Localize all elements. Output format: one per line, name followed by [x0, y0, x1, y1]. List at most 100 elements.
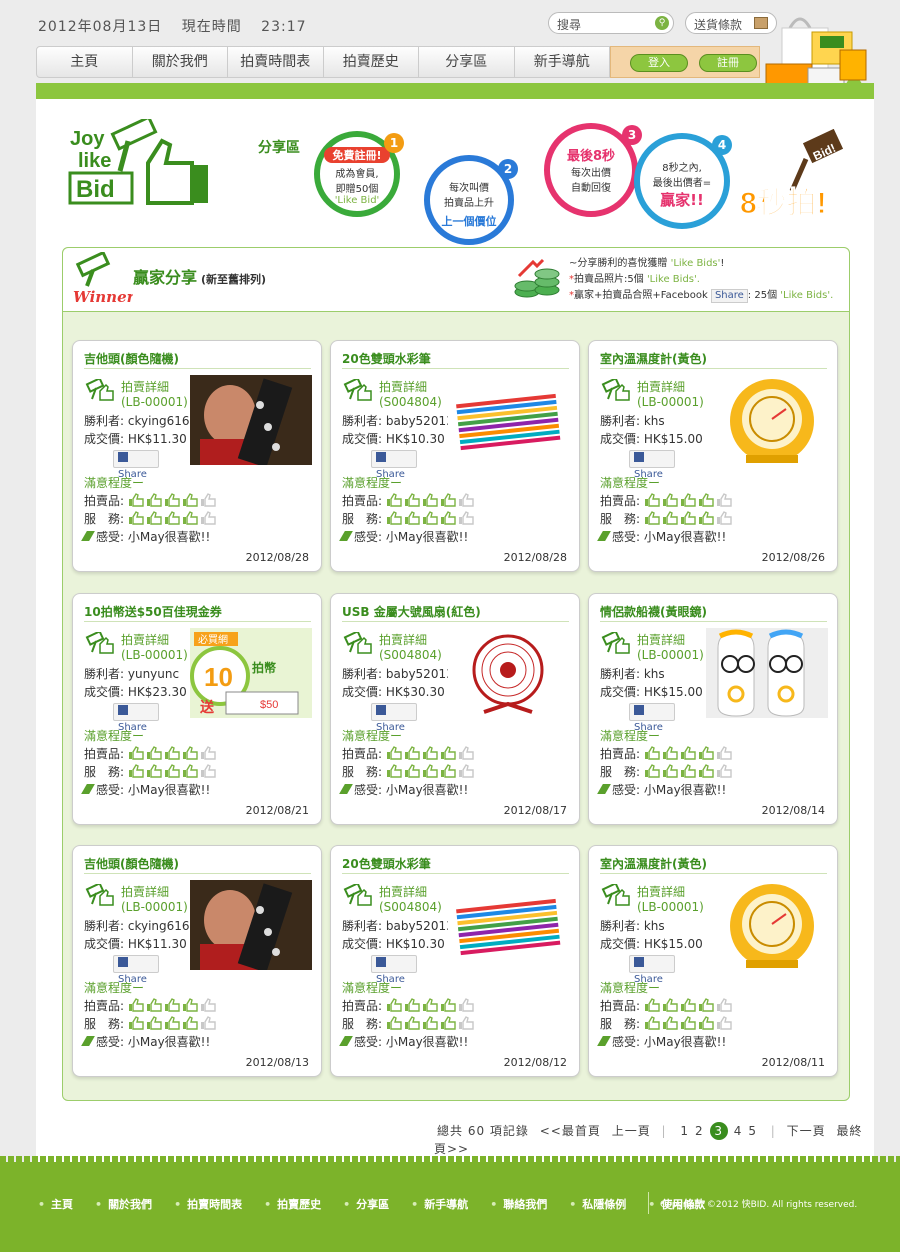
- nav-item[interactable]: 新手導航: [515, 47, 610, 77]
- final-price: HK$15.00: [643, 937, 703, 951]
- thumbs-rating: [644, 511, 734, 528]
- footer-link[interactable]: 新手導航: [411, 1196, 468, 1212]
- prev-page-link[interactable]: 上一頁: [612, 1124, 651, 1138]
- facebook-share-button[interactable]: Share: [710, 289, 748, 303]
- login-button[interactable]: 登入: [630, 54, 688, 72]
- coupon-brand: 必買網: [198, 633, 228, 646]
- winner-line: 勝利者: yunyunc: [84, 665, 179, 682]
- page-number-link[interactable]: 1: [680, 1124, 689, 1138]
- first-page-link[interactable]: <<最首頁: [540, 1124, 601, 1138]
- auction-detail-link[interactable]: 拍賣詳細: [379, 883, 427, 900]
- product-photo[interactable]: 必買網 10 拍幣送 $50: [190, 628, 312, 718]
- footer-link[interactable]: 主頁: [38, 1196, 73, 1212]
- page-number-link[interactable]: 2: [695, 1124, 704, 1138]
- page-number-link[interactable]: 4: [734, 1124, 743, 1138]
- divider: [600, 368, 827, 369]
- footer-link[interactable]: 拍賣時間表: [174, 1196, 242, 1212]
- winner-label: 勝利者:: [600, 414, 644, 428]
- facebook-share-button[interactable]: Share: [371, 450, 417, 480]
- auction-detail-link[interactable]: 拍賣詳細: [379, 378, 427, 395]
- product-photo[interactable]: [706, 880, 828, 970]
- nav-item[interactable]: 分享區: [419, 47, 515, 77]
- product-photo[interactable]: [706, 628, 828, 718]
- next-page-link[interactable]: 下一頁: [787, 1124, 826, 1138]
- card-title[interactable]: 20色雙頭水彩筆: [342, 350, 431, 367]
- auction-detail-link[interactable]: 拍賣詳細: [379, 631, 427, 648]
- product-photo[interactable]: [190, 375, 312, 465]
- auction-detail-link[interactable]: 拍賣詳細: [637, 883, 685, 900]
- divider: |: [770, 1124, 776, 1138]
- price-line: 成交價: HK$15.00: [600, 935, 703, 952]
- page-number-link[interactable]: 3: [709, 1122, 728, 1140]
- thumbs-up-icon: [182, 511, 198, 525]
- price-label: 成交價:: [84, 685, 128, 699]
- page-number-link[interactable]: 5: [748, 1124, 757, 1138]
- svg-text:like: like: [78, 150, 111, 172]
- login-bar: 登入 註冊: [610, 46, 760, 78]
- thumbs-up-icon: [404, 511, 420, 525]
- footer-link[interactable]: 聯絡我們: [490, 1196, 547, 1212]
- facebook-share-button[interactable]: Share: [371, 703, 417, 733]
- footer-link[interactable]: 分享區: [343, 1196, 389, 1212]
- card-title[interactable]: USB 金屬大號風扇(紅色): [342, 603, 481, 620]
- product-photo[interactable]: [190, 880, 312, 970]
- product-photo[interactable]: [448, 880, 570, 970]
- card-date: 2012/08/28: [245, 551, 309, 564]
- card-title[interactable]: 吉他頭(顏色隨機): [84, 350, 179, 367]
- card-title[interactable]: 情侶款船襪(黃眼鏡): [600, 603, 707, 620]
- price-label: 成交價:: [600, 685, 644, 699]
- facebook-share-button[interactable]: Share: [629, 955, 675, 985]
- auction-detail-link[interactable]: 拍賣詳細: [637, 378, 685, 395]
- search-icon[interactable]: ⚲: [655, 16, 669, 30]
- thumbs-up-icon: [200, 998, 216, 1012]
- gavel-icon: [600, 630, 630, 654]
- pencil-icon: [597, 531, 611, 541]
- auction-detail-link[interactable]: 拍賣詳細: [637, 631, 685, 648]
- thumbs-up-icon: [386, 764, 402, 778]
- facebook-share-button[interactable]: Share: [113, 450, 159, 480]
- satisfaction-title: 滿意程度ー: [342, 729, 403, 743]
- thumbs-up-icon: [386, 511, 402, 525]
- pagination: 總共 60 項記錄 <<最首頁 上一頁 | 12345 | 下一頁 最終頁>>: [434, 1122, 874, 1157]
- price-label: 成交價:: [84, 937, 128, 951]
- auction-code: (LB-00001): [121, 900, 188, 914]
- auction-code: (LB-00001): [121, 648, 188, 662]
- register-button[interactable]: 註冊: [699, 54, 757, 72]
- card-date: 2012/08/14: [761, 804, 825, 817]
- satisfaction-title: 滿意程度ー: [342, 476, 403, 490]
- thumbs-rating: [644, 746, 734, 763]
- product-photo[interactable]: [706, 375, 828, 465]
- footer-link[interactable]: 關於我們: [95, 1196, 152, 1212]
- nav-item[interactable]: 拍賣歷史: [324, 47, 419, 77]
- auction-detail-link[interactable]: 拍賣詳細: [121, 883, 169, 900]
- search-input[interactable]: 搜尋 ⚲: [548, 12, 674, 34]
- footer-link[interactable]: 私隱條例: [569, 1196, 626, 1212]
- card-title[interactable]: 室內溫濕度計(黃色): [600, 350, 707, 367]
- nav-item[interactable]: 主頁: [37, 47, 133, 77]
- nav-item[interactable]: 關於我們: [133, 47, 228, 77]
- facebook-share-button[interactable]: Share: [113, 703, 159, 733]
- facebook-share-button[interactable]: Share: [629, 703, 675, 733]
- product-photo[interactable]: [448, 628, 570, 718]
- svg-text:Bid: Bid: [76, 176, 115, 203]
- card-title[interactable]: 室內溫濕度計(黃色): [600, 855, 707, 872]
- card-title[interactable]: 吉他頭(顏色隨機): [84, 855, 179, 872]
- nav-item[interactable]: 拍賣時間表: [228, 47, 324, 77]
- footer-link[interactable]: 拍賣歷史: [264, 1196, 321, 1212]
- feeling-label: 感受:: [96, 530, 128, 544]
- pencil-icon: [81, 1036, 95, 1046]
- auction-detail-link[interactable]: 拍賣詳細: [121, 378, 169, 395]
- facebook-share-button[interactable]: Share: [371, 955, 417, 985]
- facebook-share-button[interactable]: Share: [113, 955, 159, 985]
- winner-line: 勝利者: khs: [600, 412, 665, 429]
- thumbs-up-icon: [164, 493, 180, 507]
- divider: [84, 621, 311, 622]
- thumbs-rating: [644, 764, 734, 781]
- facebook-share-button[interactable]: Share: [629, 450, 675, 480]
- product-photo[interactable]: [448, 375, 570, 465]
- card-title[interactable]: 20色雙頭水彩筆: [342, 855, 431, 872]
- feeling-text: 小May很喜歡!!: [385, 783, 469, 797]
- auction-detail-link[interactable]: 拍賣詳細: [121, 631, 169, 648]
- final-price: HK$11.30: [127, 432, 187, 446]
- card-title[interactable]: 10拍幣送$50百佳現金券: [84, 603, 222, 620]
